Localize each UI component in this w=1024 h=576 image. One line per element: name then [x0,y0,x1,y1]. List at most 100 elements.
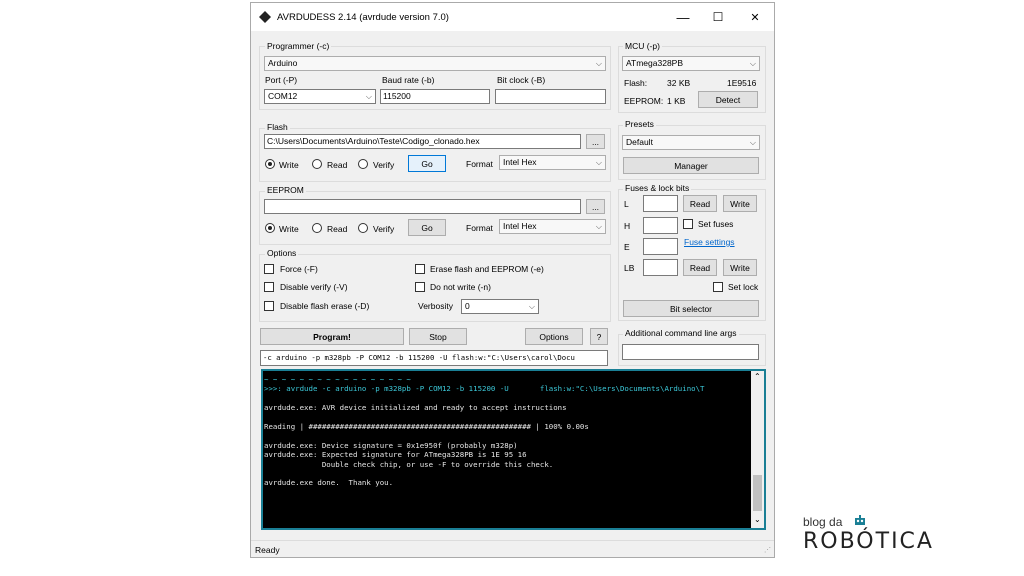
fuse-settings-link[interactable]: Fuse settings [684,237,735,247]
programmer-value: Arduino [268,58,298,68]
disable-flash-erase-checkbox[interactable] [264,301,274,311]
chevron-up-icon[interactable]: ⌃ [754,372,761,381]
force-label: Force (-F) [280,264,318,274]
chevron-down-icon: ⌵ [595,222,602,231]
disable-verify-label: Disable verify (-V) [280,282,348,292]
brand-top-text: blog da [803,515,843,529]
console-line: Double check chip, or use -F to override… [264,459,554,469]
fuse-l-input[interactable] [643,195,678,212]
fuse-e-input[interactable] [643,238,678,255]
console-line: ~ ~ ~ ~ ~ ~ ~ ~ ~ ~ ~ ~ ~ ~ ~ ~ ~ [264,375,411,384]
set-fuses-checkbox[interactable] [683,219,693,229]
console-scrollbar[interactable]: ⌃ ⌄ [751,371,764,528]
eeprom-browse-button[interactable]: ... [586,199,605,214]
scroll-thumb[interactable] [753,475,762,511]
bit-selector-button[interactable]: Bit selector [623,300,759,317]
eeprom-size-value: 1 KB [667,96,686,106]
flash-read-radio[interactable] [312,159,322,169]
console-line: avrdude.exe: AVR device initialized and … [264,403,567,413]
program-button[interactable]: Program! [260,328,404,345]
resize-grip-icon[interactable]: ⋰ [764,546,771,554]
baud-label: Baud rate (-b) [382,75,435,85]
fuse-l-label: L [624,199,629,209]
additional-args-input[interactable] [622,344,759,360]
lock-write-button[interactable]: Write [723,259,757,276]
mcu-group-label: MCU (-p) [623,41,662,51]
flash-size-value: 32 KB [667,78,691,88]
lock-read-button[interactable]: Read [683,259,717,276]
eeprom-verify-radio[interactable] [358,223,368,233]
minimize-button[interactable]: — [666,3,700,31]
eeprom-format-value: Intel Hex [503,221,537,231]
erase-flash-checkbox[interactable] [415,264,425,274]
eeprom-read-radio[interactable] [312,223,322,233]
detect-button[interactable]: Detect [698,91,758,108]
flash-go-button[interactable]: Go [408,155,446,172]
eeprom-file-input[interactable] [264,199,581,214]
baud-rate-input[interactable]: 115200 [380,89,490,104]
fuse-h-label: H [624,221,631,231]
eeprom-write-label: Write [279,224,299,234]
fuse-h-input[interactable] [643,217,678,234]
brand-name: ROBÓTICA [803,529,934,554]
flash-write-radio[interactable] [265,159,275,169]
maximize-button[interactable]: ☐ [701,3,735,31]
close-button[interactable]: ✕ [738,3,772,31]
port-value: COM12 [268,91,298,101]
chevron-down-icon: ⌵ [595,158,602,167]
verbosity-value: 0 [465,301,470,311]
eeprom-go-button[interactable]: Go [408,219,446,236]
verbosity-label: Verbosity [418,301,453,311]
console-text: ~ ~ ~ ~ ~ ~ ~ ~ ~ ~ ~ ~ ~ ~ ~ ~ ~ >>>: a… [264,375,705,488]
lock-bits-input[interactable] [643,259,678,276]
signature-value: 1E9516 [727,78,757,88]
fuse-l-read-button[interactable]: Read [683,195,717,212]
manager-button[interactable]: Manager [623,157,759,174]
console-output[interactable]: ~ ~ ~ ~ ~ ~ ~ ~ ~ ~ ~ ~ ~ ~ ~ ~ ~ >>>: a… [261,369,766,530]
force-checkbox[interactable] [264,264,274,274]
bit-clock-input[interactable] [495,89,606,104]
brand-logo: blog da ROBÓTICA [803,515,973,560]
eeprom-format-label: Format [466,223,493,233]
console-line: >>>: avrdude -c arduino -p m328pb -P COM… [264,384,705,394]
chevron-down-icon: ⌵ [595,59,602,68]
eeprom-read-label: Read [327,224,348,234]
chevron-down-icon: ⌵ [749,138,756,147]
chevron-down-icon: ⌵ [528,302,535,311]
flash-file-input[interactable]: C:\Users\Documents\Arduino\Teste\Codigo_… [264,134,581,149]
chevron-down-icon: ⌵ [365,92,372,101]
disable-verify-checkbox[interactable] [264,282,274,292]
flash-format-value: Intel Hex [503,157,537,167]
console-line: avrdude.exe: Device signature = 0x1e950f… [264,440,518,450]
do-not-write-checkbox[interactable] [415,282,425,292]
mcu-select[interactable]: ATmega328PB ⌵ [622,56,760,71]
eeprom-write-radio[interactable] [265,223,275,233]
programmer-select[interactable]: Arduino ⌵ [264,56,606,71]
status-text: Ready [255,545,280,555]
flash-read-label: Read [327,160,348,170]
fuse-l-write-button[interactable]: Write [723,195,757,212]
flash-browse-button[interactable]: ... [586,134,605,149]
stop-button[interactable]: Stop [409,328,467,345]
chevron-down-icon[interactable]: ⌄ [754,515,761,524]
flash-group-label: Flash [265,122,290,132]
options-group-label: Options [265,248,299,258]
flash-format-label: Format [466,159,493,169]
port-select[interactable]: COM12 ⌵ [264,89,376,104]
help-button[interactable]: ? [590,328,608,345]
presets-group-label: Presets [623,119,656,129]
verbosity-select[interactable]: 0 ⌵ [461,299,539,314]
robot-icon [855,515,865,525]
presets-select[interactable]: Default ⌵ [622,135,760,150]
set-lock-checkbox[interactable] [713,282,723,292]
fuses-group-label: Fuses & lock bits [623,183,692,193]
do-not-write-label: Do not write (-n) [430,282,491,292]
options-button[interactable]: Options [525,328,583,345]
flash-verify-radio[interactable] [358,159,368,169]
set-fuses-label: Set fuses [698,219,734,229]
chevron-down-icon: ⌵ [749,59,756,68]
presets-value: Default [626,137,653,147]
flash-format-select[interactable]: Intel Hex ⌵ [499,155,606,170]
app-window: AVRDUDESS 2.14 (avrdude version 7.0) — ☐… [250,2,775,558]
eeprom-format-select[interactable]: Intel Hex ⌵ [499,219,606,234]
